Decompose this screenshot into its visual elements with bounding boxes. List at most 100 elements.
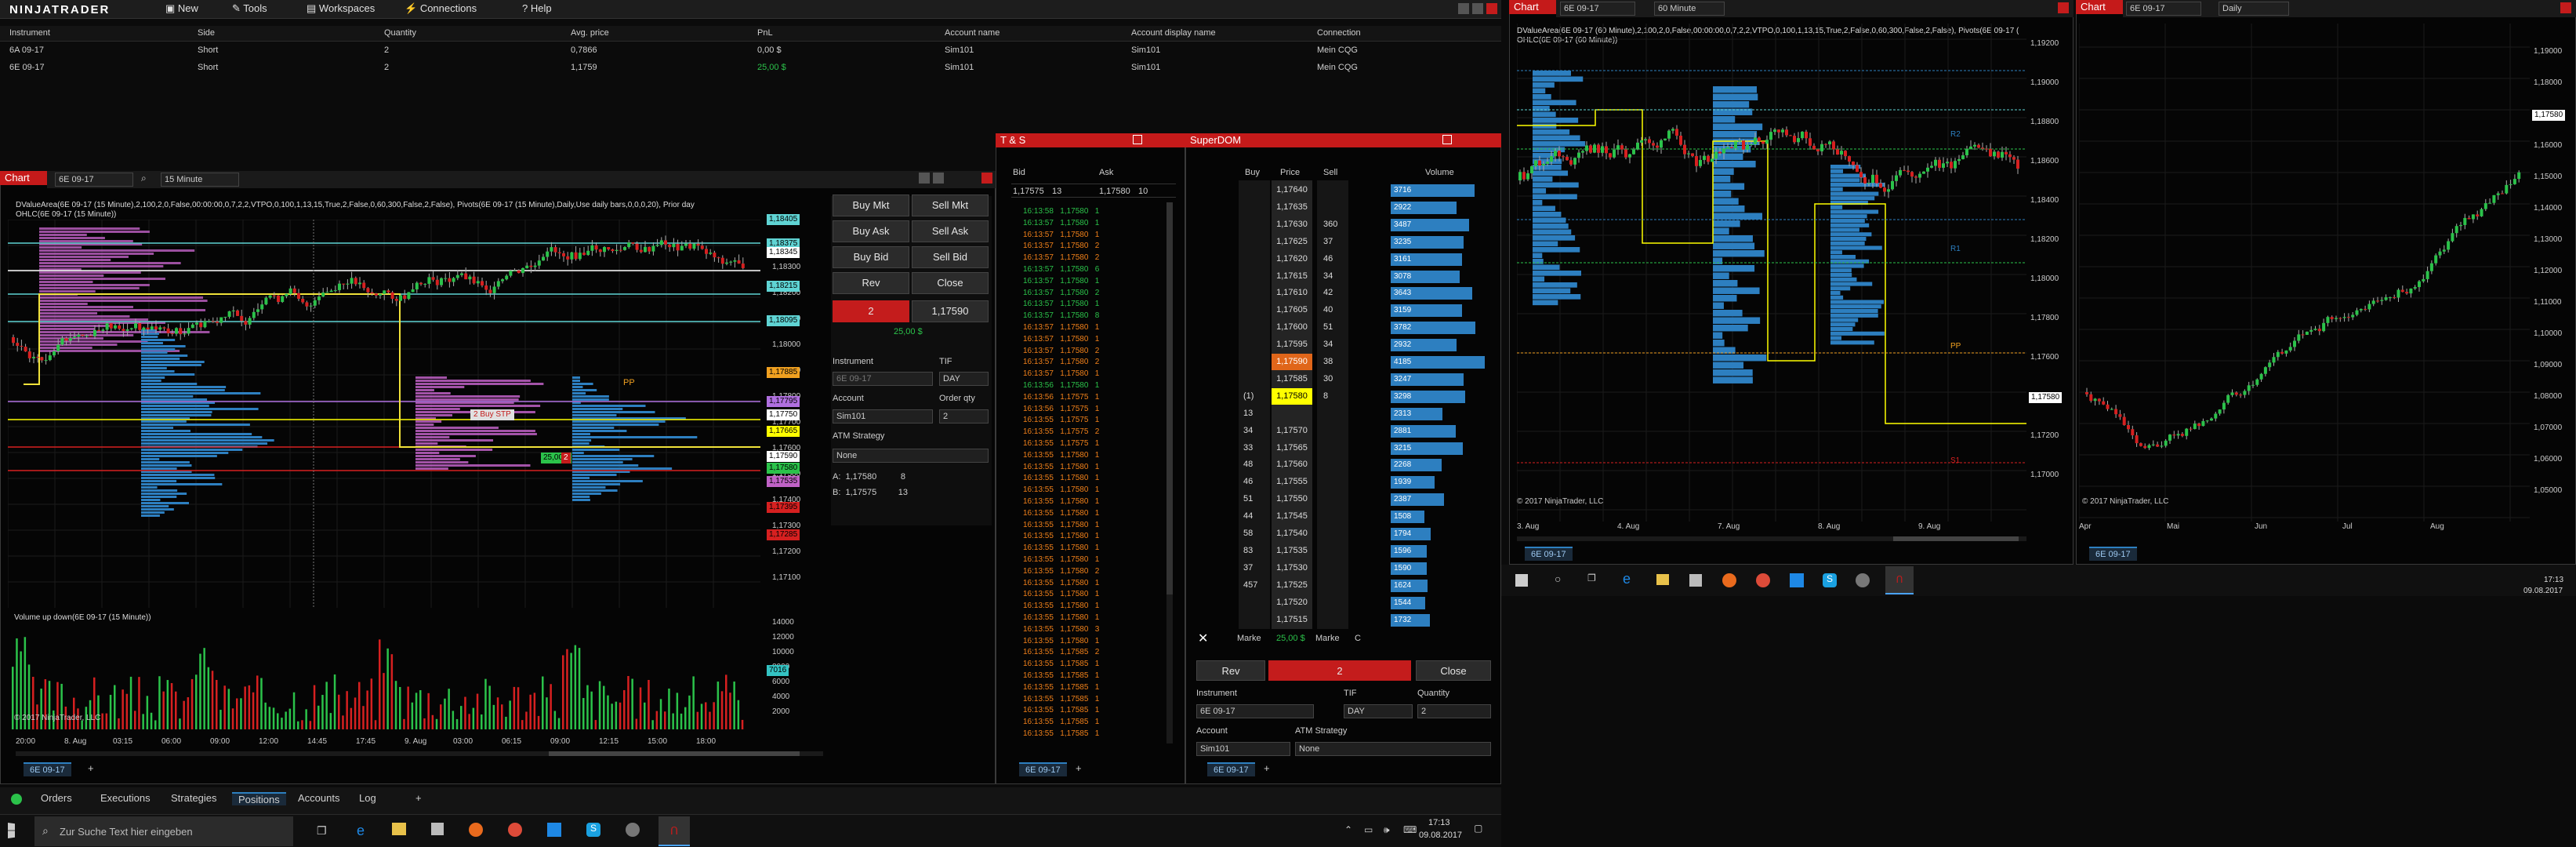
buy-ask-button[interactable]: Buy Ask — [833, 220, 909, 242]
edge-icon[interactable]: e — [357, 823, 365, 839]
chart3-interval-select[interactable]: Daily — [2219, 2, 2289, 16]
tab-executions[interactable]: Executions — [100, 792, 151, 804]
time-axis-daily[interactable]: Apr Mai Jun Jul Aug — [2079, 522, 2530, 535]
tab-strategies[interactable]: Strategies — [171, 792, 217, 804]
time-axis-60min[interactable]: 3. Aug 4. Aug 7. Aug 8. Aug 9. Aug — [1517, 522, 2026, 535]
col-side[interactable]: Side — [198, 28, 215, 38]
task-view-icon[interactable]: ❐ — [317, 824, 327, 838]
ts-scrollbar[interactable] — [1166, 202, 1173, 743]
chart3-tab[interactable]: 6E 09-17 — [2089, 547, 2137, 561]
tab-positions[interactable]: Positions — [232, 792, 286, 805]
folder-icon[interactable] — [1656, 574, 1669, 585]
sell-market-button[interactable]: Sell Mkt — [912, 194, 989, 216]
close-icon[interactable] — [1486, 3, 1497, 14]
minimize-icon[interactable] — [919, 173, 930, 184]
instrument-select[interactable]: 6E 09-17 — [833, 372, 933, 386]
chart1-tab[interactable]: 6E 09-17 — [24, 762, 71, 776]
tray-keyboard-icon[interactable]: ⌨ — [1403, 824, 1417, 835]
dom-close-button[interactable]: Close — [1416, 660, 1491, 681]
col-quantity[interactable]: Quantity — [384, 28, 416, 38]
skype-icon[interactable]: S — [586, 823, 600, 837]
tray-network-icon[interactable]: ▭ — [1364, 824, 1373, 835]
col-instrument[interactable]: Instrument — [9, 28, 50, 38]
maximize-icon[interactable] — [1472, 3, 1483, 14]
table-row[interactable]: 6A 09-17 Short 2 0,7866 0,00 $ Sim101 Si… — [0, 45, 1501, 60]
dom-quantity-input[interactable]: 2 — [1417, 704, 1491, 718]
menu-tools[interactable]: ✎ Tools — [227, 2, 272, 16]
add-tab-icon[interactable]: + — [88, 762, 94, 774]
menu-workspaces[interactable]: ▤ Workspaces — [302, 2, 379, 16]
search-icon[interactable]: ⌕ — [141, 173, 147, 184]
volume-panel-15min[interactable] — [8, 612, 760, 729]
ts-tab[interactable]: 6E 09-17 — [1019, 762, 1067, 776]
store-icon[interactable] — [431, 823, 444, 835]
col-connection[interactable]: Connection — [1317, 28, 1361, 38]
col-account-name[interactable]: Account name — [945, 28, 1000, 38]
dom-tab[interactable]: 6E 09-17 — [1207, 762, 1255, 776]
windows-start-icon[interactable] — [8, 823, 15, 838]
dom-account-select[interactable]: Sim101 — [1196, 742, 1290, 756]
atm-select[interactable]: None — [833, 449, 989, 463]
store-icon[interactable] — [1689, 574, 1702, 587]
chart1-scrollbar[interactable] — [16, 751, 823, 756]
app-icon[interactable] — [547, 823, 561, 837]
chart2-tab[interactable]: 6E 09-17 — [1525, 547, 1573, 561]
firefox-icon[interactable] — [1722, 573, 1736, 587]
dom-market-right[interactable]: Marke — [1315, 634, 1340, 643]
network-app-icon[interactable] — [1856, 573, 1870, 587]
close-position-button[interactable]: Close — [912, 272, 989, 294]
ninjatrader-taskbar-icon[interactable]: ᑎ — [659, 816, 690, 846]
windows-start-icon[interactable] — [1515, 574, 1528, 587]
task-view-icon[interactable]: ❐ — [1587, 573, 1596, 583]
tif-select[interactable]: DAY — [939, 372, 989, 386]
col-pnl[interactable]: PnL — [757, 28, 773, 38]
tab-accounts[interactable]: Accounts — [298, 792, 339, 804]
price-panel-60min[interactable] — [1517, 24, 2026, 522]
tray-volume-icon[interactable]: 🕪 — [1384, 824, 1390, 836]
close-icon[interactable] — [2058, 2, 2069, 13]
chrome-icon[interactable] — [1756, 573, 1770, 587]
price-panel-15min[interactable] — [8, 220, 760, 608]
price-panel-daily[interactable] — [2079, 24, 2530, 522]
close-icon[interactable] — [1133, 135, 1142, 144]
add-tab-icon[interactable]: + — [1264, 762, 1270, 774]
edge-icon[interactable]: e — [1623, 571, 1631, 587]
notification-icon[interactable]: ▢ — [1474, 823, 1482, 834]
skype-icon[interactable]: S — [1823, 573, 1837, 587]
buy-stop-order-tag[interactable]: 2 Buy STP — [470, 409, 514, 420]
folder-icon[interactable] — [392, 823, 406, 835]
close-icon[interactable] — [1442, 135, 1452, 144]
taskbar-search-box[interactable]: ⌕ Zur Suche Text hier eingeben — [34, 816, 293, 846]
close-x-icon[interactable]: ✕ — [1198, 631, 1208, 646]
tray-chevron-icon[interactable]: ⌃ — [1344, 824, 1352, 835]
dom-atm-select[interactable]: None — [1295, 742, 1491, 756]
chart2-scrollbar[interactable] — [1517, 536, 2026, 541]
sell-bid-button[interactable]: Sell Bid — [912, 246, 989, 268]
table-row[interactable]: 6E 09-17 Short 2 1,1759 25,00 $ Sim101 S… — [0, 63, 1501, 77]
menu-new[interactable]: ▣ New — [161, 2, 203, 16]
dom-rev-button[interactable]: Rev — [1196, 660, 1265, 681]
add-tab-icon[interactable]: + — [1076, 762, 1082, 774]
account-select[interactable]: Sim101 — [833, 409, 933, 424]
maximize-icon[interactable] — [933, 173, 944, 184]
dom-instrument-select[interactable]: 6E 09-17 — [1196, 704, 1314, 718]
position-qty-tag[interactable]: 2 — [561, 453, 571, 463]
reverse-button[interactable]: Rev — [833, 272, 909, 294]
menu-help[interactable]: ? Help — [517, 2, 557, 16]
dom-tif-select[interactable]: DAY — [1344, 704, 1413, 718]
search-circle-icon[interactable]: ○ — [1555, 573, 1561, 585]
firefox-icon[interactable] — [469, 823, 483, 837]
ninjatrader-taskbar-icon[interactable]: ᑎ — [1885, 566, 1914, 594]
minimize-icon[interactable] — [1458, 3, 1469, 14]
chart1-instrument-select[interactable]: 6E 09-17 — [55, 173, 133, 187]
chart3-instrument-select[interactable]: 6E 09-17 — [2126, 2, 2201, 16]
col-account-display-name[interactable]: Account display name — [1131, 28, 1216, 38]
chrome-icon[interactable] — [508, 823, 522, 837]
price-axis-60min[interactable]: 1,19200 1,19000 1,18800 1,18600 1,18400 1,182… — [2030, 39, 2070, 518]
order-qty-input[interactable]: 2 — [939, 409, 989, 424]
chart1-interval-select[interactable]: 15 Minute — [161, 173, 239, 187]
col-avg-price[interactable]: Avg. price — [571, 28, 609, 38]
tab-orders[interactable]: Orders — [41, 792, 72, 804]
app-icon[interactable] — [1790, 573, 1804, 587]
sell-ask-button[interactable]: Sell Ask — [912, 220, 989, 242]
